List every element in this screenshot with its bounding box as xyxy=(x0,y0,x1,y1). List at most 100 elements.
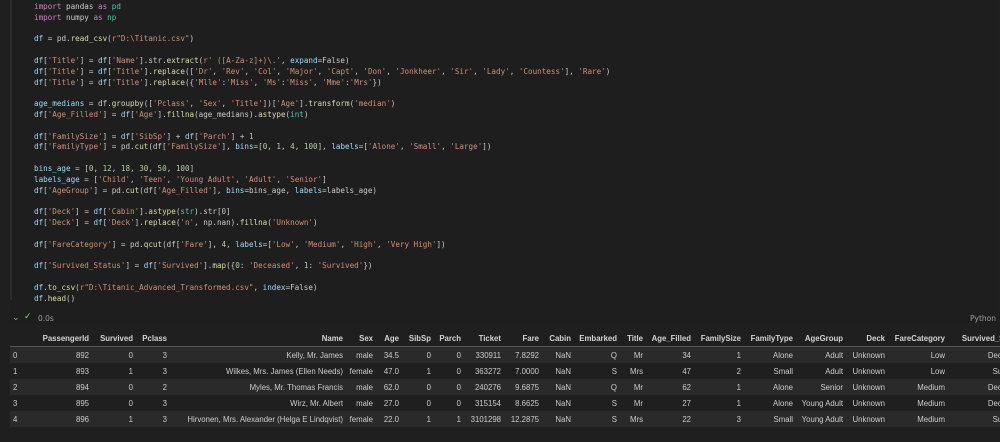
table-cell: Senior xyxy=(796,379,846,395)
code-token: =False) xyxy=(285,282,318,292)
code-token: df xyxy=(34,142,44,152)
code-token: 'Large' xyxy=(450,142,483,152)
column-header: Survived xyxy=(92,330,136,347)
code-cell[interactable]: import pandas as pd import numpy as np df… xyxy=(10,0,996,324)
code-token: =False) xyxy=(317,55,350,65)
table-cell: S xyxy=(574,363,620,379)
code-token: , xyxy=(130,174,140,184)
table-body: 0 892 0 3 Kelly, Mr. James male 34.5 0 0 330911 7.… xyxy=(10,346,1000,427)
table-cell: Survived xyxy=(948,411,1000,427)
code-editor[interactable]: import pandas as pd import numpy as np df… xyxy=(34,2,610,304)
code-token: ] = pd. xyxy=(93,185,126,195)
table-cell: 892 xyxy=(30,346,92,363)
code-token: 'Major' xyxy=(285,66,318,76)
code-line[interactable]: df['Title'] = df['Name'].str.extract(r' … xyxy=(34,56,610,67)
code-line[interactable]: df['Survived_Status'] = df['Survived'].m… xyxy=(34,261,610,272)
code-token: , np.nan). xyxy=(194,217,240,227)
code-token: ) xyxy=(390,99,396,109)
code-token: 'Teen' xyxy=(139,174,167,184)
table-cell: 894 xyxy=(30,379,92,395)
column-header: Fare xyxy=(504,330,542,347)
code-token: cut xyxy=(125,185,140,195)
code-line[interactable] xyxy=(34,24,610,35)
table-row: 4 896 1 3 Hirvonen, Mrs. Alexander (Helga E … xyxy=(10,411,1000,427)
code-token: 1 xyxy=(249,131,254,141)
code-token: 'Capt' xyxy=(326,66,355,76)
code-token: 'Title' xyxy=(47,77,80,87)
code-line[interactable] xyxy=(34,196,610,207)
code-line[interactable]: df['AgeGroup'] = pd.cut(df['Age_Filled']… xyxy=(34,186,610,197)
code-line[interactable]: df['Age_Filled'] = df['Age'].fillna(age_… xyxy=(34,110,610,121)
code-line[interactable] xyxy=(34,45,610,56)
code-line[interactable] xyxy=(34,272,610,283)
code-token: 'Young Adult' xyxy=(175,174,236,184)
code-token: =[ xyxy=(262,239,272,249)
code-token: }) xyxy=(372,77,382,87)
collapse-chevron-icon[interactable]: ⌄ xyxy=(12,313,20,323)
code-token: r' ([A-Za-z]+)\.' xyxy=(203,55,281,65)
code-token: df xyxy=(93,217,103,227)
code-line[interactable]: df.to_csv(r"D:\Titanic_Advanced_Transfor… xyxy=(34,283,610,294)
code-token: , xyxy=(317,66,327,76)
table-cell: Medium xyxy=(888,395,948,411)
code-token: fillna xyxy=(166,109,195,119)
code-token: import xyxy=(34,12,62,22)
code-token: df xyxy=(34,185,44,195)
column-header: Age xyxy=(376,330,402,347)
code-token: ]) xyxy=(482,142,492,152)
column-header: Embarked xyxy=(574,330,620,347)
code-line[interactable]: bins_age = [0, 12, 18, 30, 50, 100] xyxy=(34,164,610,175)
code-line[interactable] xyxy=(34,121,610,132)
code-token: 'Senior' xyxy=(285,174,323,184)
code-line[interactable]: import numpy as np xyxy=(34,13,610,24)
column-header: Survived_Status xyxy=(948,330,1000,347)
code-token: 'Mrs' xyxy=(349,77,373,87)
code-line[interactable]: df['Title'] = df['Title'].replace({'Mlle… xyxy=(34,78,610,89)
table-cell: 22.0 xyxy=(376,411,402,427)
code-token: 'Name' xyxy=(111,55,140,65)
code-token: ], xyxy=(564,66,579,76)
table-cell: Alone xyxy=(744,346,796,363)
code-token: 'Deck' xyxy=(47,207,76,217)
code-token: ] = pd. xyxy=(111,239,144,249)
table-cell: 1 xyxy=(434,411,464,427)
code-line[interactable] xyxy=(34,153,610,164)
code-token: 'Ms' xyxy=(262,77,282,87)
code-line[interactable]: df = pd.read_csv(r"D:\Titanic.csv") xyxy=(34,34,610,45)
code-token: , xyxy=(399,142,410,152)
code-line[interactable]: import pandas as pd xyxy=(34,2,610,13)
code-token: 'FareCategory' xyxy=(47,239,112,249)
code-token: ]. xyxy=(143,77,153,87)
code-token: astype xyxy=(258,109,286,119)
table-cell: 1 xyxy=(402,363,434,379)
table-header-row: PassengerId Survived Pclass Name Sex Age SibSp… xyxy=(10,330,1000,347)
code-token: , xyxy=(473,66,483,76)
code-line[interactable]: df['FareCategory'] = pd.qcut(df['Fare'],… xyxy=(34,240,610,251)
code-line[interactable] xyxy=(34,250,610,261)
code-line[interactable]: df['Title'] = df['Title'].replace(['Dr',… xyxy=(34,67,610,78)
table-cell: 2 xyxy=(136,379,170,395)
code-token: fillna xyxy=(239,217,268,227)
code-token: head xyxy=(47,293,67,303)
code-token: ] xyxy=(226,207,231,217)
code-line[interactable]: df.head() xyxy=(34,294,610,305)
code-line[interactable] xyxy=(34,229,610,240)
code-line[interactable]: labels_age = ['Child', 'Teen', 'Young Ad… xyxy=(34,175,610,186)
code-token: ] xyxy=(322,174,327,184)
table-cell: Q xyxy=(574,379,620,395)
table-cell: Unknown xyxy=(846,379,888,395)
code-token: 'SibSp' xyxy=(134,131,167,141)
table-cell: Alone xyxy=(744,379,796,395)
cell-language-label[interactable]: Python xyxy=(970,314,996,323)
code-line[interactable]: age_medians = df.groupby(['Pclass', 'Sex… xyxy=(34,99,610,110)
column-header: FareCategory xyxy=(888,330,948,347)
code-line[interactable]: df['Deck'] = df['Deck'].replace('n', np.… xyxy=(34,218,610,229)
code-line[interactable] xyxy=(34,88,610,99)
code-line[interactable]: df['FamilySize'] = df['SibSp'] + df['Par… xyxy=(34,132,610,143)
code-line[interactable]: df['Deck'] = df['Cabin'].astype(str).str… xyxy=(34,207,610,218)
code-token: ])[ xyxy=(262,99,277,109)
code-token: , xyxy=(221,99,231,109)
code-line[interactable]: df['FamilyType'] = pd.cut(df['FamilySize… xyxy=(34,142,610,153)
code-token: df xyxy=(120,131,131,141)
code-token: to_csv xyxy=(47,282,76,292)
